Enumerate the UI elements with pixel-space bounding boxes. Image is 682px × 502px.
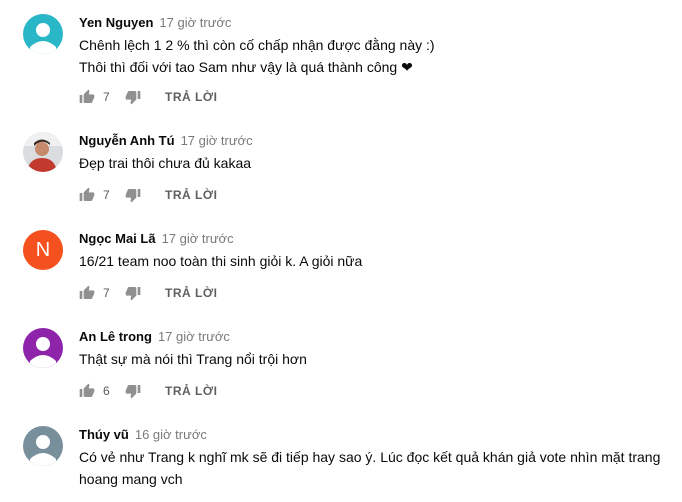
comment-line: Có vẻ như Trang k nghĩ mk sẽ đi tiếp hay… [79, 449, 661, 465]
thumbs-up-icon[interactable] [79, 383, 95, 399]
avatar[interactable] [23, 426, 63, 466]
like-count: 6 [103, 384, 110, 398]
comment-actions: 7 TRẢ LỜI [79, 283, 217, 303]
thumbs-down-icon[interactable] [125, 89, 141, 105]
thumbs-up-icon[interactable] [79, 285, 95, 301]
like-count: 7 [103, 286, 110, 300]
comment-time[interactable]: 17 giờ trước [181, 133, 253, 148]
author-name[interactable]: Thúy vũ [79, 427, 129, 442]
comment-actions: 7 TRẢ LỜI [79, 185, 217, 205]
thumbs-down-icon[interactable] [125, 383, 141, 399]
comment-header: Nguyễn Anh Tú 17 giờ trước [79, 132, 253, 150]
comment-actions: 6 TRẢ LỜI [79, 381, 217, 401]
author-name[interactable]: Nguyễn Anh Tú [79, 133, 175, 148]
reply-button[interactable]: TRẢ LỜI [165, 384, 217, 398]
comment-line: Thôi thì đối với tao Sam như vậy là quá … [79, 59, 413, 75]
author-name[interactable]: An Lê trong [79, 329, 152, 344]
comment-actions: 7 TRẢ LỜI [79, 87, 217, 107]
avatar[interactable]: N [23, 230, 63, 270]
reply-button[interactable]: TRẢ LỜI [165, 188, 217, 202]
avatar[interactable] [23, 14, 63, 54]
reply-button[interactable]: TRẢ LỜI [165, 286, 217, 300]
comment-time[interactable]: 17 giờ trước [159, 15, 231, 30]
comment-line: Thật sự mà nói thì Trang nổi trội hơn [79, 351, 307, 367]
like-count: 7 [103, 188, 110, 202]
thumbs-down-icon[interactable] [125, 285, 141, 301]
comment-line: 16/21 team noo toàn thi sinh giỏi k. A g… [79, 253, 363, 269]
comment-line: hoang mang vch [79, 471, 183, 487]
comment-time[interactable]: 16 giờ trước [135, 427, 207, 442]
comment-text: Đẹp trai thôi chưa đủ kakaa [79, 152, 669, 174]
comment-text: Chênh lệch 1 2 % thì còn cố chấp nhận đư… [79, 34, 669, 78]
author-name[interactable]: Ngọc Mai Lã [79, 231, 156, 246]
comment-header: Thúy vũ 16 giờ trước [79, 426, 207, 444]
like-count: 7 [103, 90, 110, 104]
thumbs-up-icon[interactable] [79, 89, 95, 105]
comment-time[interactable]: 17 giờ trước [162, 231, 234, 246]
comment-header: Ngọc Mai Lã 17 giờ trước [79, 230, 234, 248]
reply-button[interactable]: TRẢ LỜI [165, 90, 217, 104]
comment-text: Thật sự mà nói thì Trang nổi trội hơn [79, 348, 669, 370]
comment-text: 16/21 team noo toàn thi sinh giỏi k. A g… [79, 250, 669, 272]
user-photo-avatar-icon [23, 132, 63, 172]
comment-header: An Lê trong 17 giờ trước [79, 328, 230, 346]
avatar[interactable] [23, 328, 63, 368]
comment-time[interactable]: 17 giờ trước [158, 329, 230, 344]
thumbs-down-icon[interactable] [125, 187, 141, 203]
author-name[interactable]: Yen Nguyen [79, 15, 153, 30]
default-user-avatar-icon [23, 14, 63, 54]
avatar[interactable] [23, 132, 63, 172]
comment-line: Chênh lệch 1 2 % thì còn cố chấp nhận đư… [79, 37, 435, 53]
comment-text: Có vẻ như Trang k nghĩ mk sẽ đi tiếp hay… [79, 446, 669, 490]
comment-line: Đẹp trai thôi chưa đủ kakaa [79, 155, 252, 171]
default-user-avatar-icon [23, 426, 63, 466]
thumbs-up-icon[interactable] [79, 187, 95, 203]
comment-header: Yen Nguyen 17 giờ trước [79, 14, 231, 32]
avatar-letter: N [35, 238, 51, 261]
default-user-avatar-icon [23, 328, 63, 368]
